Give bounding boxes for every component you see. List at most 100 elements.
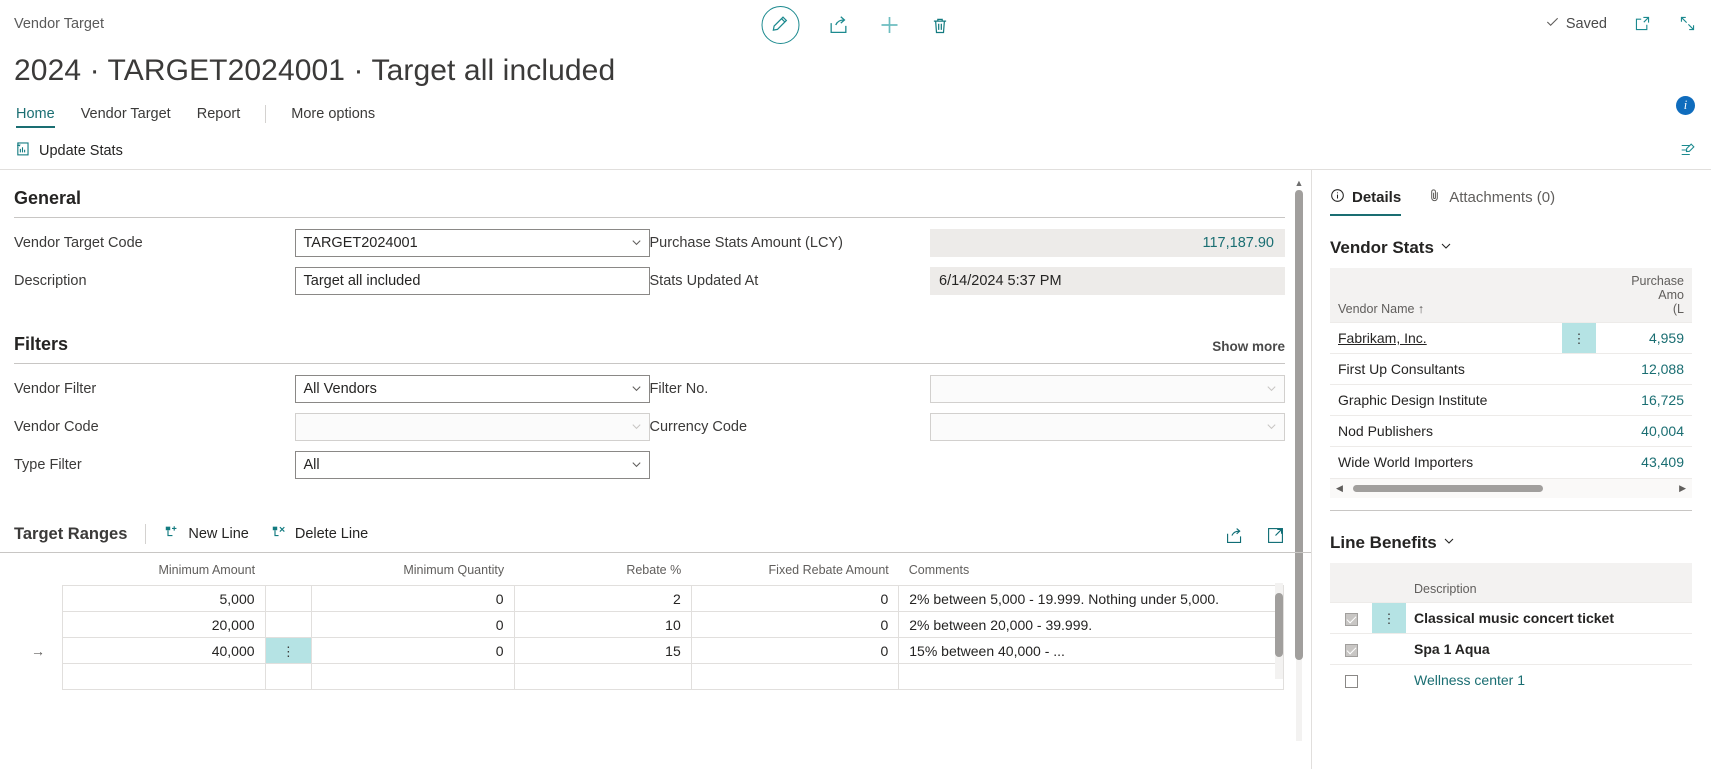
cell-minimum-amount[interactable] <box>62 663 266 690</box>
description-input[interactable]: Target all included <box>294 267 650 295</box>
chevron-down-icon[interactable] <box>630 382 643 397</box>
cell-fixed-rebate-amount[interactable]: 0 <box>690 637 900 664</box>
cell-fixed-rebate-amount[interactable]: 0 <box>690 611 900 638</box>
vendor-name-link[interactable]: Fabrikam, Inc. <box>1338 330 1427 346</box>
cell-minimum-quantity[interactable] <box>311 663 515 690</box>
tab-attachments[interactable]: Attachments (0) <box>1427 188 1555 216</box>
currency-code-select[interactable] <box>930 413 1285 441</box>
show-more-link[interactable]: Show more <box>1212 339 1285 354</box>
table-row[interactable]: First Up Consultants 12,088 <box>1330 353 1692 385</box>
column-comments[interactable]: Comments <box>899 553 1284 586</box>
table-row[interactable]: Wide World Importers 43,409 <box>1330 446 1692 478</box>
share-icon[interactable] <box>1225 526 1244 548</box>
scroll-left-arrow[interactable]: ◀ <box>1336 483 1343 494</box>
vendor-code-select[interactable] <box>294 413 650 441</box>
tab-home[interactable]: Home <box>14 106 68 130</box>
row-menu-cell[interactable] <box>1562 384 1596 416</box>
cell-rebate-percent[interactable]: 15 <box>513 637 692 664</box>
chevron-down-icon[interactable] <box>630 458 643 473</box>
table-row-empty[interactable] <box>14 663 1284 690</box>
cell-comments[interactable]: 2% between 5,000 - 19.999. Nothing under… <box>898 585 1284 612</box>
row-menu-cell[interactable]: ⋮ <box>264 637 313 664</box>
column-description[interactable]: Description <box>1406 562 1692 603</box>
cell-description[interactable]: Classical music concert ticket <box>1406 602 1692 634</box>
chevron-down-icon[interactable] <box>630 236 643 251</box>
cell-purchase-amount[interactable]: 12,088 <box>1596 353 1692 385</box>
cell-minimum-quantity[interactable]: 0 <box>311 637 515 664</box>
column-fixed-rebate-amount[interactable]: Fixed Rebate Amount <box>691 553 899 586</box>
breadcrumb[interactable]: Vendor Target <box>14 16 104 32</box>
open-in-new-window-button[interactable] <box>1633 14 1652 33</box>
checkbox-icon[interactable] <box>1344 675 1358 689</box>
cell-fixed-rebate-amount[interactable]: 0 <box>690 585 900 612</box>
cell-comments[interactable]: 15% between 40,000 - ... <box>898 637 1284 664</box>
chevron-down-icon[interactable] <box>1265 382 1278 397</box>
cell-rebate-percent[interactable]: 2 <box>513 585 692 612</box>
cell-comments[interactable]: 2% between 20,000 - 39.999. <box>898 611 1284 638</box>
collapse-button[interactable] <box>1678 14 1697 33</box>
personalize-button[interactable] <box>1679 141 1697 162</box>
cell-vendor-name[interactable]: First Up Consultants <box>1330 353 1562 385</box>
cell-minimum-amount[interactable]: 5,000 <box>62 585 266 612</box>
purchase-stats-amount-value[interactable]: 117,187.90 <box>930 229 1285 257</box>
open-full-page-icon[interactable] <box>1266 526 1285 548</box>
cell-minimum-amount[interactable]: 20,000 <box>62 611 266 638</box>
edit-button[interactable] <box>761 6 799 44</box>
row-menu-cell[interactable] <box>1372 633 1406 665</box>
scroll-thumb[interactable] <box>1352 484 1543 492</box>
share-button[interactable] <box>827 14 849 36</box>
checkbox-icon[interactable] <box>1344 643 1358 657</box>
table-row[interactable]: 5,000 0 2 0 2% between 5,000 - 19.999. N… <box>14 585 1284 612</box>
scroll-up-arrow[interactable]: ▲ <box>1293 178 1305 188</box>
delete-button[interactable] <box>929 15 950 36</box>
cell-comments[interactable] <box>898 663 1284 690</box>
cell-minimum-amount[interactable]: 40,000 <box>62 637 266 664</box>
cell-rebate-percent[interactable] <box>513 663 692 690</box>
column-vendor-name[interactable]: Vendor Name ↑ <box>1330 268 1562 323</box>
list-item[interactable]: Spa 1 Aqua <box>1330 633 1692 665</box>
stats-updated-at-value[interactable]: 6/14/2024 5:37 PM <box>930 267 1285 295</box>
cell-purchase-amount[interactable]: 43,409 <box>1596 446 1692 478</box>
cell-description[interactable]: Spa 1 Aqua <box>1406 633 1692 665</box>
cell-vendor-name[interactable]: Graphic Design Institute <box>1330 384 1562 416</box>
row-menu-cell[interactable] <box>264 585 313 612</box>
column-purchase-amount[interactable]: Purchase Amo (L <box>1596 268 1692 323</box>
filter-no-select[interactable] <box>930 375 1285 403</box>
description-link[interactable]: Wellness center 1 <box>1414 672 1525 688</box>
cell-minimum-quantity[interactable]: 0 <box>311 585 515 612</box>
tab-more-options[interactable]: More options <box>278 106 388 130</box>
cell-vendor-name[interactable]: Fabrikam, Inc. <box>1330 322 1562 354</box>
cell-checkbox[interactable] <box>1330 602 1372 634</box>
chevron-down-icon[interactable] <box>1442 533 1456 553</box>
list-item[interactable]: ⋮ Classical music concert ticket <box>1330 602 1692 634</box>
list-item[interactable]: Wellness center 1 <box>1330 664 1692 696</box>
delete-line-button[interactable]: Delete Line <box>271 524 368 544</box>
chevron-down-icon[interactable] <box>1265 420 1278 435</box>
tab-details[interactable]: Details <box>1330 188 1402 216</box>
chevron-down-icon[interactable] <box>630 420 643 435</box>
cell-fixed-rebate-amount[interactable] <box>690 663 900 690</box>
checkbox-icon[interactable] <box>1344 612 1358 626</box>
vendor-stats-title[interactable]: Vendor Stats <box>1330 216 1711 268</box>
row-menu-cell[interactable]: ⋮ <box>1372 602 1406 634</box>
type-filter-select[interactable]: All <box>294 451 650 479</box>
table-row[interactable]: → 40,000 ⋮ 0 15 0 15% between 40,000 - .… <box>14 637 1284 664</box>
vendor-filter-select[interactable]: All Vendors <box>294 375 650 403</box>
scroll-track[interactable] <box>1349 484 1673 492</box>
more-vertical-icon[interactable]: ⋮ <box>282 644 295 659</box>
cell-vendor-name[interactable]: Wide World Importers <box>1330 446 1562 478</box>
row-menu-cell[interactable] <box>1562 415 1596 447</box>
vendor-target-code-input[interactable]: TARGET2024001 <box>294 229 650 257</box>
table-row[interactable]: Graphic Design Institute 16,725 <box>1330 384 1692 416</box>
update-stats-button[interactable]: Update Stats <box>14 140 123 161</box>
row-menu-cell[interactable]: ⋮ <box>1562 322 1596 354</box>
cell-checkbox[interactable] <box>1330 664 1372 696</box>
line-benefits-title[interactable]: Line Benefits <box>1330 511 1711 563</box>
chevron-down-icon[interactable] <box>1439 238 1453 258</box>
column-rebate-percent[interactable]: Rebate % <box>514 553 691 586</box>
new-button[interactable] <box>877 13 901 37</box>
more-vertical-icon[interactable]: ⋮ <box>1383 611 1396 626</box>
row-menu-cell[interactable] <box>264 611 313 638</box>
grid-scroll-thumb[interactable] <box>1275 593 1283 657</box>
tab-report[interactable]: Report <box>184 106 254 130</box>
